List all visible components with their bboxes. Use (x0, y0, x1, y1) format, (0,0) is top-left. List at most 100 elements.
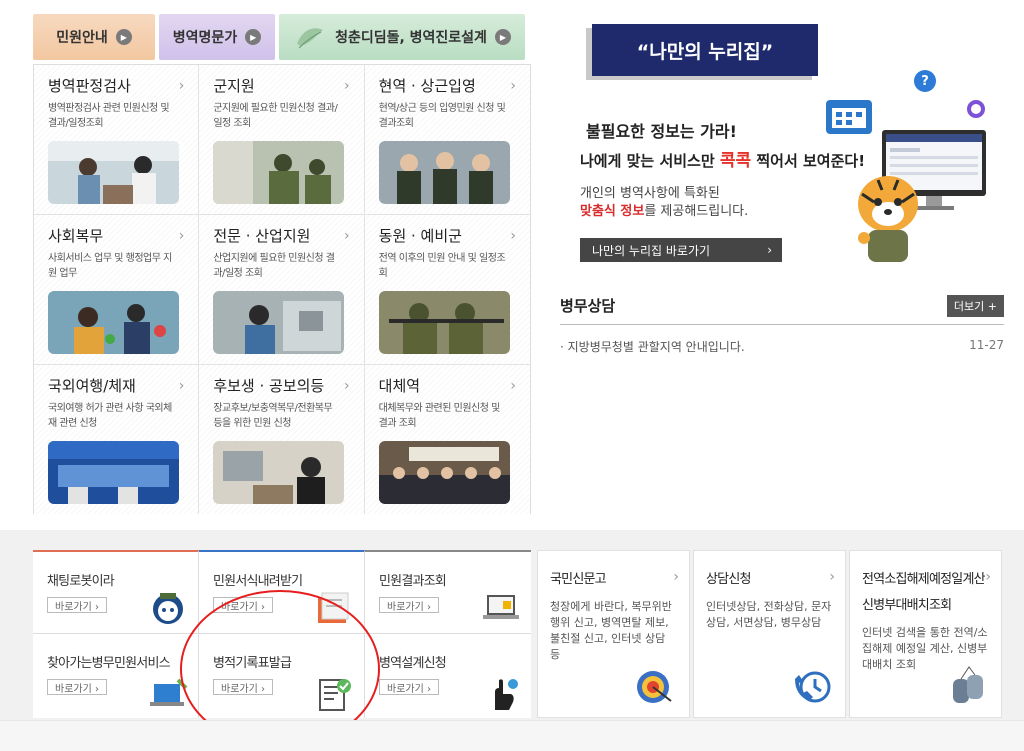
chevron-right-icon: › (829, 569, 835, 585)
my-homepage-button[interactable]: 나만의 누리집 바로가기 › (580, 238, 782, 262)
item-text: 지방병무청별 관할지역 안내입니다. (567, 340, 745, 354)
calendar-icon (826, 100, 872, 134)
tab-career-design[interactable]: 청춘디딤돌, 병역진로설계 ▶ (279, 14, 525, 60)
quick-service-design[interactable]: 병역설계신청 바로가기 › (365, 634, 531, 718)
service-title: 국외여행/체재 (48, 377, 136, 395)
service-candidate[interactable]: 후보생 · 공보의등 › 장교후보/보충역복무/전환복무 등을 위한 민원 신청 (199, 365, 365, 514)
service-photo (213, 291, 345, 354)
service-photo (48, 291, 179, 354)
target-icon (637, 671, 672, 703)
service-photo (378, 141, 510, 204)
divider (560, 324, 1004, 325)
banner-text: 나에게 맞는 서비스만 (580, 152, 720, 170)
info-title: 전역소집해제예정일계산 신병부대배치조회 (862, 572, 986, 613)
footer-strip (0, 720, 1024, 751)
service-military-exam[interactable]: 병역판정검사 › 병역판정검사 관련 민원신청 및 결과/일정조회 (34, 65, 200, 215)
service-grid: 병역판정검사 › 병역판정검사 관련 민원신청 및 결과/일정조회 군지원 › … (33, 64, 531, 514)
service-desc: 전역 이후의 민원 안내 및 일정조회 (378, 253, 506, 279)
leaf-icon (297, 28, 324, 49)
service-photo (48, 141, 179, 204)
service-photo (378, 441, 510, 504)
service-title: 후보생 · 공보의등 (213, 377, 325, 395)
chevron-right-icon: › (510, 378, 516, 394)
quick-title: 민원서식내려받기 (213, 574, 303, 589)
robot-icon (153, 593, 183, 624)
banner-highlight: 맞춤식 정보 (580, 204, 645, 219)
service-title: 전문 · 산업지원 (213, 227, 311, 245)
service-photo (48, 441, 179, 504)
more-button[interactable]: 더보기 + (946, 295, 1004, 317)
shortcut-button[interactable]: 바로가기 › (379, 679, 439, 695)
bullet-icon: · (560, 340, 568, 354)
chevron-right-icon: › (344, 228, 350, 244)
chevron-right-icon: › (673, 569, 679, 585)
tab-label: 병역명문가 (172, 30, 238, 46)
info-petition[interactable]: 국민신문고 › 청장에게 바란다, 복무위반행위 신고, 병역면탈 제보, 불친… (537, 550, 690, 718)
my-homepage-banner[interactable]: “나만의 누리집” ? 불필요한 정보는 가라! 나에게 맞는 서비스만 콕콕 … (564, 18, 1004, 268)
service-photo (213, 441, 345, 504)
service-desc: 사회서비스 업무 및 행정업무 지원 업무 (48, 253, 172, 279)
service-desc: 산업지원에 필요한 민원신청 결과/일정 조회 (213, 253, 335, 279)
banner-highlight: 콕콕 (719, 151, 752, 171)
chevron-right-icon: › (344, 378, 350, 394)
banner-desc: 개인의 병역사항에 특화된 (580, 186, 720, 201)
banner-text: 를 제공해드립니다. (644, 204, 749, 219)
service-social-service[interactable]: 사회복무 › 사회서비스 업무 및 행정업무 지원 업무 (34, 215, 200, 365)
service-title: 현역 · 상근입영 (378, 77, 476, 95)
banner-subheadline: 나에게 맞는 서비스만 콕콕 찍어서 보여준다! (580, 146, 865, 171)
service-desc: 국외여행 허가 관련 사항 국외체재 관련 신청 (48, 403, 172, 429)
arrow-right-icon: ▶ (245, 29, 262, 45)
service-title: 병역판정검사 (48, 77, 131, 95)
shortcut-button[interactable]: 바로가기 › (379, 597, 439, 613)
service-desc: 현역/상근 등의 입영민원 신청 및 결과조회 (378, 103, 506, 129)
tab-civil-guide[interactable]: 민원안내 ▶ (33, 14, 155, 60)
service-title: 군지원 (213, 77, 255, 95)
quick-chatbot[interactable]: 채팅로봇이라 바로가기 › (33, 550, 199, 634)
quick-title: 병역설계신청 (379, 656, 447, 671)
chevron-right-icon: › (510, 78, 516, 94)
arrow-right-icon: ▶ (494, 29, 511, 45)
tab-label: 청춘디딤돌, 병역진로설계 (335, 30, 487, 46)
button-label: 나만의 누리집 바로가기 (592, 243, 711, 258)
service-photo (213, 141, 345, 204)
banner-title: “나만의 누리집” (592, 24, 818, 76)
service-overseas-travel[interactable]: 국외여행/체재 › 국외여행 허가 관련 사항 국외체재 관련 신청 (34, 365, 200, 514)
item-date: 11-27 (969, 338, 1004, 352)
phone-clock-icon (795, 671, 831, 703)
top-tabs: 민원안내 ▶ 병역명문가 ▶ 청춘디딤돌, 병역진로설계 ▶ (33, 14, 525, 60)
service-desc: 군지원에 필요한 민원신청 결과/일정 조회 (213, 103, 338, 129)
service-reserve-forces[interactable]: 동원 · 예비군 › 전역 이후의 민원 안내 및 일정조회 (364, 215, 530, 365)
banner-text: 찍어서 보여준다! (751, 152, 866, 170)
quick-title: 민원결과조회 (379, 574, 447, 589)
info-desc: 인터넷상담, 전화상담, 문자상담, 서면상담, 병무상담 (706, 600, 832, 629)
tab-honor-family[interactable]: 병역명문가 ▶ (159, 14, 275, 60)
service-title: 대체역 (378, 377, 421, 395)
arrow-right-icon: ▶ (115, 29, 132, 45)
chevron-right-icon: › (178, 378, 185, 394)
banner-desc-2: 맞춤식 정보를 제공해드립니다. (580, 200, 748, 219)
info-discharge-calc[interactable]: 전역소집해제예정일계산 신병부대배치조회 › 인터넷 검색을 통한 전역/소집해… (849, 550, 1002, 718)
service-title: 동원 · 예비군 (378, 227, 462, 245)
banner-headline: 불필요한 정보는 가라! (586, 122, 737, 141)
chevron-right-icon: › (767, 243, 772, 257)
shortcut-button[interactable]: 바로가기 › (47, 597, 107, 613)
chevron-right-icon: › (178, 228, 185, 244)
service-alternative[interactable]: 대체역 › 대체복무와 관련된 민원신청 및 결과 조회 (364, 365, 530, 514)
quick-visiting-service[interactable]: 찾아가는병무민원서비스 바로가기 › (33, 634, 199, 718)
quick-result-inquiry[interactable]: 민원결과조회 바로가기 › (365, 550, 531, 634)
shortcut-button[interactable]: 바로가기 › (47, 679, 107, 695)
chevron-right-icon: › (510, 228, 516, 244)
question-icon: ? (914, 70, 936, 92)
consult-section: 병무상담 더보기 + (560, 295, 1004, 317)
service-desc: 장교후보/보충역복무/전환복무 등을 위한 민원 신청 (213, 403, 333, 429)
service-industry-support[interactable]: 전문 · 산업지원 › 산업지원에 필요한 민원신청 결과/일정 조회 (199, 215, 365, 365)
list-item[interactable]: · 지방병무청별 관할지역 안내입니다. 11-27 (560, 338, 1004, 355)
quick-title: 채팅로봇이라 (47, 574, 115, 589)
info-desc: 청장에게 바란다, 복무위반행위 신고, 병역면탈 제보, 불친절 신고, 인터… (550, 600, 672, 661)
service-photo (378, 291, 510, 354)
chevron-right-icon: › (985, 569, 991, 585)
service-army-volunteer[interactable]: 군지원 › 군지원에 필요한 민원신청 결과/일정 조회 (199, 65, 365, 215)
circle-icon (967, 100, 985, 118)
service-active-enlist[interactable]: 현역 · 상근입영 › 현역/상근 등의 입영민원 신청 및 결과조회 (364, 65, 530, 215)
info-consult-apply[interactable]: 상담신청 › 인터넷상담, 전화상담, 문자상담, 서면상담, 병무상담 (693, 550, 846, 718)
